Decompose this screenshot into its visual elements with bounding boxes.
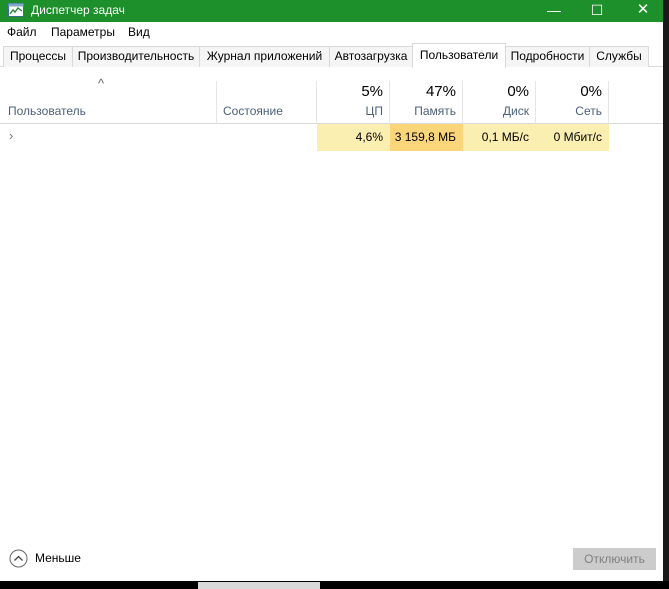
column-network[interactable]: Сеть	[536, 104, 602, 118]
column-memory-percent[interactable]: 47%	[390, 83, 456, 100]
tab-details[interactable]: Подробности	[505, 46, 590, 67]
tab-bar: Процессы Производительность Журнал прило…	[0, 42, 669, 68]
tab-services[interactable]: Службы	[589, 46, 649, 67]
column-disk-percent[interactable]: 0%	[463, 83, 529, 100]
minimize-button[interactable]: —	[531, 0, 577, 22]
disconnect-button[interactable]: Отключить	[573, 548, 656, 570]
column-header-row: ^ Пользователь Состояние 5% ЦП 47% Памят…	[0, 68, 669, 124]
tab-startup[interactable]: Автозагрузка	[329, 46, 413, 67]
column-divider[interactable]	[608, 81, 609, 124]
column-network-percent[interactable]: 0%	[536, 83, 602, 100]
network-cell: 0 Мбит/с	[536, 124, 609, 151]
column-memory[interactable]: Память	[390, 104, 456, 118]
taskbar-segment	[198, 582, 320, 589]
tab-performance[interactable]: Производительность	[72, 46, 200, 67]
column-cpu[interactable]: ЦП	[317, 104, 383, 118]
menu-view[interactable]: Вид	[128, 25, 150, 39]
title-bar[interactable]: Диспетчер задач — ☐ ✕	[0, 0, 669, 22]
close-button[interactable]: ✕	[620, 0, 666, 22]
tab-users[interactable]: Пользователи	[412, 43, 506, 68]
cpu-cell: 4,6%	[317, 124, 390, 151]
memory-cell: 3 159,8 МБ	[390, 124, 463, 151]
menu-bar: Файл Параметры Вид	[0, 22, 669, 42]
chevron-right-icon[interactable]: ›	[9, 129, 19, 143]
window-title: Диспетчер задач	[31, 3, 125, 17]
sort-ascending-icon: ^	[98, 76, 105, 91]
task-manager-app-icon	[8, 3, 24, 17]
footer-bar: Меньше Отключить	[0, 538, 669, 581]
column-user[interactable]: Пользователь	[8, 104, 86, 118]
table-row[interactable]: › 4,6% 3 159,8 МБ 0,1 МБ/с 0 Мбит/с	[0, 124, 669, 151]
taskbar-strip	[0, 581, 669, 589]
menu-file[interactable]: Файл	[7, 25, 37, 39]
disk-cell: 0,1 МБ/с	[463, 124, 536, 151]
maximize-button[interactable]: ☐	[574, 0, 620, 22]
column-status[interactable]: Состояние	[223, 104, 283, 118]
tab-processes[interactable]: Процессы	[3, 46, 73, 67]
column-disk[interactable]: Диск	[463, 104, 529, 118]
menu-options[interactable]: Параметры	[51, 25, 115, 39]
task-manager-window: Диспетчер задач — ☐ ✕ Файл Параметры Вид…	[0, 0, 669, 589]
column-divider[interactable]	[216, 81, 217, 124]
user-cell	[20, 124, 216, 151]
chevron-up-circle-icon[interactable]	[9, 549, 28, 568]
tab-app-history[interactable]: Журнал приложений	[199, 46, 330, 67]
column-cpu-percent[interactable]: 5%	[317, 83, 383, 100]
fewer-details-link[interactable]: Меньше	[35, 551, 81, 565]
window-edge	[663, 0, 669, 589]
status-cell	[223, 124, 316, 151]
